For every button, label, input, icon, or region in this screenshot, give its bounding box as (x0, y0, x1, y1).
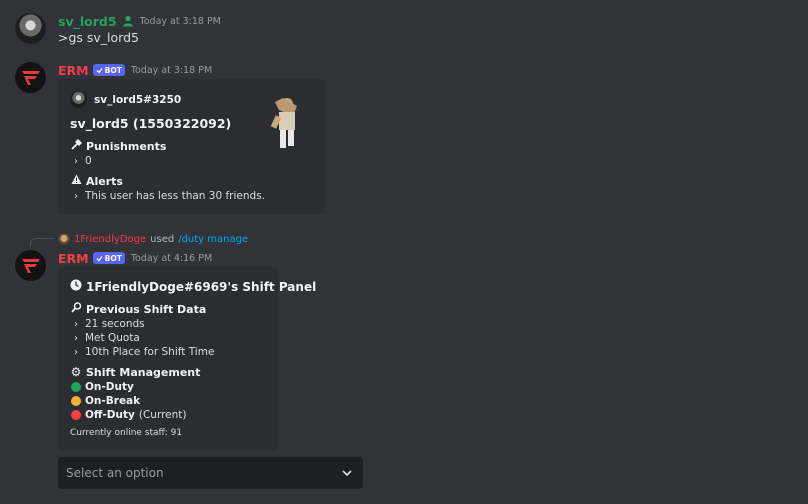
message-content: >gs sv_lord5 (58, 30, 139, 45)
message-header: ERM BOT Today at 3:18 PM (58, 62, 212, 78)
status-on-duty: On-Duty (71, 381, 134, 393)
field-title: Alerts (86, 174, 123, 188)
status-suffix: (Current) (138, 409, 187, 421)
embed-title-text: sv_lord5 (1550322092) (70, 116, 232, 131)
avatar-thumbnail-icon (270, 98, 297, 148)
list-item: › 10th Place for Shift Time (72, 346, 214, 358)
field-value: This user has less than 30 friends. (85, 190, 266, 202)
timestamp: Today at 4:16 PM (130, 252, 213, 264)
status-label: On-Break (85, 395, 141, 407)
author-avatar (70, 91, 87, 108)
field-title: Previous Shift Data (86, 302, 207, 316)
chevron-right-icon: › (74, 332, 78, 344)
bot-badge: BOT (92, 252, 125, 264)
field-alerts-value: › This user has less than 30 friends. (72, 190, 265, 202)
field-punishments-name: Punishments (70, 139, 166, 153)
message-header: ERM BOT Today at 4:16 PM (58, 250, 212, 266)
field-management-name: ⚙ Shift Management (70, 365, 201, 379)
field-previous-name: Previous Shift Data (70, 302, 206, 316)
reply-action: used (150, 233, 175, 245)
status-label: Off-Duty (85, 409, 135, 421)
username[interactable]: ERM (58, 63, 89, 78)
field-value: Met Quota (85, 332, 140, 344)
field-alerts-name: Alerts (70, 174, 123, 188)
reply-reference[interactable]: 1FriendlyDoge used /duty manage (58, 233, 248, 245)
timestamp: Today at 3:18 PM (139, 15, 221, 27)
chevron-right-icon: › (74, 318, 78, 330)
green-circle-icon (71, 382, 81, 392)
red-circle-icon (71, 410, 81, 420)
bot-label: BOT (104, 65, 122, 75)
list-item: › 21 seconds (72, 318, 145, 330)
chevron-down-icon (342, 470, 352, 477)
erm-logo-icon (21, 258, 40, 273)
status-on-break: On-Break (71, 395, 140, 407)
field-title: Shift Management (86, 365, 201, 379)
warning-icon (70, 174, 82, 188)
embed-title: sv_lord5 (1550322092) (70, 116, 231, 131)
avatar[interactable] (15, 13, 46, 44)
footer-text: Currently online staff: 91 (70, 428, 183, 438)
username[interactable]: ERM (58, 251, 89, 266)
yellow-circle-icon (71, 396, 81, 406)
avatar[interactable] (15, 250, 46, 281)
status-off-duty: Off-Duty (Current) (71, 409, 187, 421)
field-value: 10th Place for Shift Time (85, 346, 215, 358)
username[interactable]: sv_lord5 (58, 14, 117, 29)
embed: sv_lord5#3250 sv_lord5 (1550322092) Puni… (58, 79, 325, 214)
select-placeholder: Select an option (66, 466, 164, 480)
chevron-right-icon: › (74, 346, 78, 358)
member-icon (122, 16, 133, 27)
gear-icon: ⚙ (70, 365, 82, 379)
verified-check-icon (96, 255, 103, 261)
reply-command[interactable]: /duty manage (178, 234, 248, 245)
reply-username[interactable]: 1FriendlyDoge (74, 234, 146, 245)
field-value: 0 (85, 155, 92, 167)
chevron-right-icon: › (74, 190, 78, 202)
list-item: › Met Quota (72, 332, 140, 344)
verified-check-icon (96, 67, 103, 73)
chevron-right-icon: › (74, 155, 78, 167)
thumbnail (263, 94, 303, 154)
select-menu[interactable]: Select an option (58, 457, 363, 489)
magnifier-icon (70, 302, 82, 316)
status-label: On-Duty (85, 381, 134, 393)
bot-label: BOT (104, 253, 122, 263)
reply-connector (30, 238, 55, 247)
embed: 1FriendlyDoge#6969's Shift Panel Previou… (58, 267, 316, 451)
reply-avatar (58, 233, 70, 245)
avatar[interactable] (15, 62, 46, 93)
embed-title: 1FriendlyDoge#6969's Shift Panel (70, 279, 316, 294)
hammer-icon (70, 139, 82, 153)
embed-title-text: 1FriendlyDoge#6969's Shift Panel (86, 279, 317, 294)
timestamp: Today at 3:18 PM (130, 64, 213, 76)
field-value: 21 seconds (85, 318, 145, 330)
author-name[interactable]: sv_lord5#3250 (94, 94, 181, 106)
embed-footer: Currently online staff: 91 (70, 428, 182, 438)
bot-badge: BOT (92, 64, 125, 76)
erm-logo-icon (21, 70, 40, 85)
embed-author: sv_lord5#3250 (70, 91, 181, 108)
clock-icon (70, 279, 82, 294)
message-header: sv_lord5 Today at 3:18 PM (58, 13, 221, 29)
field-punishments-value: › 0 (72, 155, 92, 167)
field-title: Punishments (86, 139, 167, 153)
